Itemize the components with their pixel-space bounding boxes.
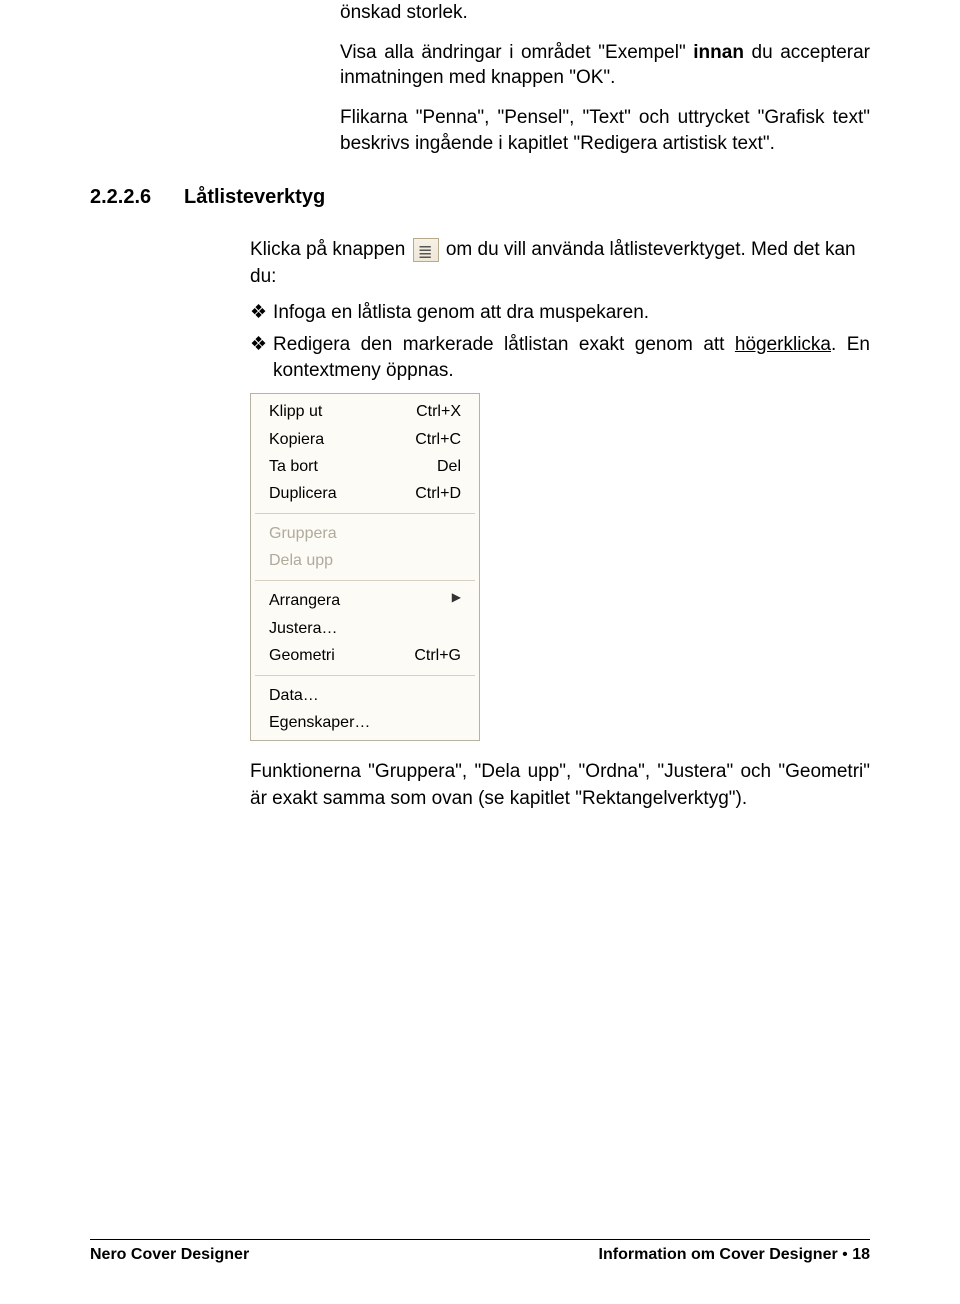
menu-item-properties[interactable]: Egenskaper… [251,709,479,736]
footer-dot: • [838,1246,853,1263]
b2-a: Redigera den markerade låtlistan exakt g… [273,334,735,355]
menu-label: Kopiera [269,428,415,451]
menu-item-data[interactable]: Data… [251,682,479,709]
after-menu-paragraph: Funktionerna "Gruppera", "Dela upp", "Or… [250,759,870,812]
context-menu: Klipp ut Ctrl+X Kopiera Ctrl+C Ta bort D… [250,393,480,741]
menu-item-ungroup: Dela upp [251,547,479,574]
menu-item-copy[interactable]: Kopiera Ctrl+C [251,426,479,453]
section-title: Låtlisteverktyg [184,186,325,209]
intro-p2-b: innan [693,42,744,63]
section-number: 2.2.2.6 [90,186,184,209]
b2-underline: högerklicka [735,334,831,355]
menu-group-2: Gruppera Dela upp [251,516,479,578]
menu-shortcut: Ctrl+D [415,482,461,505]
intro-p1: önskad storlek. [340,0,870,26]
menu-label: Geometri [269,644,414,667]
footer-left: Nero Cover Designer [90,1246,249,1264]
intro-p3: Flikarna "Penna", "Pensel", "Text" och u… [340,105,870,156]
intro-paragraphs: önskad storlek. Visa alla ändringar i om… [340,0,870,156]
diamond-bullet-icon: ❖ [250,300,267,326]
footer-right-text: Information om Cover Designer [599,1246,838,1263]
menu-separator [255,513,475,514]
menu-label: Duplicera [269,482,415,505]
page-footer: Nero Cover Designer Information om Cover… [90,1239,870,1264]
section-heading: 2.2.2.6 Låtlisteverktyg [90,186,870,209]
menu-item-geometry[interactable]: Geometri Ctrl+G [251,642,479,669]
menu-group-3: Arrangera ▶ Justera… Geometri Ctrl+G [251,583,479,673]
submenu-arrow-icon: ▶ [452,589,461,612]
menu-item-align[interactable]: Justera… [251,615,479,642]
menu-shortcut: Ctrl+X [416,400,461,423]
menu-item-delete[interactable]: Ta bort Del [251,453,479,480]
playlist-tool-icon [413,238,439,262]
intro-p2: Visa alla ändringar i området "Exempel" … [340,40,870,91]
line1-a: Klicka på knappen [250,239,411,260]
menu-shortcut: Ctrl+C [415,428,461,451]
bullet-2: ❖ Redigera den markerade låtlistan exakt… [250,332,870,383]
menu-group-4: Data… Egenskaper… [251,678,479,740]
menu-item-cut[interactable]: Klipp ut Ctrl+X [251,398,479,425]
menu-shortcut: Del [437,455,461,478]
menu-label: Klipp ut [269,400,416,423]
menu-item-group: Gruppera [251,520,479,547]
menu-item-duplicate[interactable]: Duplicera Ctrl+D [251,480,479,507]
page: önskad storlek. Visa alla ändringar i om… [0,0,960,813]
line-click-button: Klicka på knappen om du vill använda låt… [250,237,870,290]
bullet-1: ❖ Infoga en låtlista genom att dra muspe… [250,300,870,326]
menu-group-1: Klipp ut Ctrl+X Kopiera Ctrl+C Ta bort D… [251,394,479,511]
diamond-bullet-icon: ❖ [250,332,267,383]
menu-label: Justera… [269,617,461,640]
footer-right: Information om Cover Designer • 18 [599,1246,870,1264]
menu-item-arrange[interactable]: Arrangera ▶ [251,587,479,614]
menu-shortcut: Ctrl+G [414,644,461,667]
main-column: Klicka på knappen om du vill använda låt… [250,237,870,812]
menu-label: Ta bort [269,455,437,478]
footer-page-number: 18 [852,1246,870,1263]
menu-label: Data… [269,684,461,707]
bullet-1-text: Infoga en låtlista genom att dra muspeka… [273,300,649,326]
menu-separator [255,675,475,676]
menu-label: Dela upp [269,549,461,572]
menu-label: Gruppera [269,522,461,545]
menu-label: Egenskaper… [269,711,461,734]
menu-label: Arrangera [269,589,452,612]
bullet-2-text: Redigera den markerade låtlistan exakt g… [273,332,870,383]
intro-p2-a: Visa alla ändringar i området "Exempel" [340,42,693,63]
menu-separator [255,580,475,581]
